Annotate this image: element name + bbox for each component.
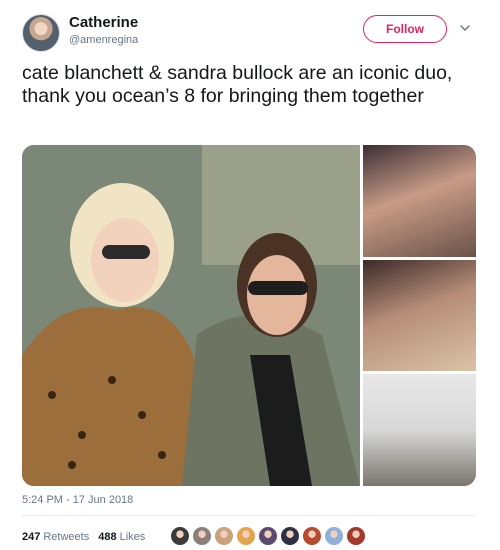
chevron-down-icon[interactable] bbox=[460, 23, 470, 33]
liker-avatar[interactable] bbox=[346, 526, 366, 546]
likes-stat[interactable]: 488 Likes bbox=[98, 531, 145, 543]
user-avatar[interactable] bbox=[22, 14, 60, 52]
liker-avatar[interactable] bbox=[324, 526, 344, 546]
retweets-label: Retweets bbox=[43, 531, 90, 543]
tweet-media bbox=[22, 145, 476, 486]
tweet-stats: 247 Retweets 488 Likes bbox=[22, 527, 154, 547]
follow-button[interactable]: Follow bbox=[363, 15, 447, 43]
tweet-timestamp[interactable]: 5:24 PM - 17 Jun 2018 bbox=[22, 494, 133, 506]
liker-avatar[interactable] bbox=[192, 526, 212, 546]
tweet-header: Catherine @amenregina Follow bbox=[22, 12, 482, 56]
likes-count: 488 bbox=[98, 531, 117, 543]
side-photo-middle[interactable] bbox=[363, 260, 476, 371]
liker-avatar[interactable] bbox=[236, 526, 256, 546]
display-name[interactable]: Catherine bbox=[69, 14, 138, 32]
user-names: Catherine @amenregina bbox=[69, 14, 138, 48]
liker-avatar[interactable] bbox=[280, 526, 300, 546]
user-handle[interactable]: @amenregina bbox=[69, 32, 138, 48]
divider bbox=[22, 515, 476, 516]
retweets-count: 247 bbox=[22, 531, 41, 543]
side-photo-top[interactable] bbox=[363, 145, 476, 257]
side-photo-bottom[interactable] bbox=[363, 374, 476, 486]
liker-avatar[interactable] bbox=[170, 526, 190, 546]
main-photo-illustration bbox=[22, 145, 360, 486]
tweet-text: cate blanchett & sandra bullock are an i… bbox=[22, 62, 453, 107]
likes-label: Likes bbox=[119, 531, 146, 543]
retweets-stat[interactable]: 247 Retweets bbox=[22, 531, 89, 543]
liker-avatar[interactable] bbox=[258, 526, 278, 546]
liker-avatars bbox=[170, 526, 368, 546]
liker-avatar[interactable] bbox=[214, 526, 234, 546]
main-photo[interactable] bbox=[22, 145, 360, 486]
liker-avatar[interactable] bbox=[302, 526, 322, 546]
